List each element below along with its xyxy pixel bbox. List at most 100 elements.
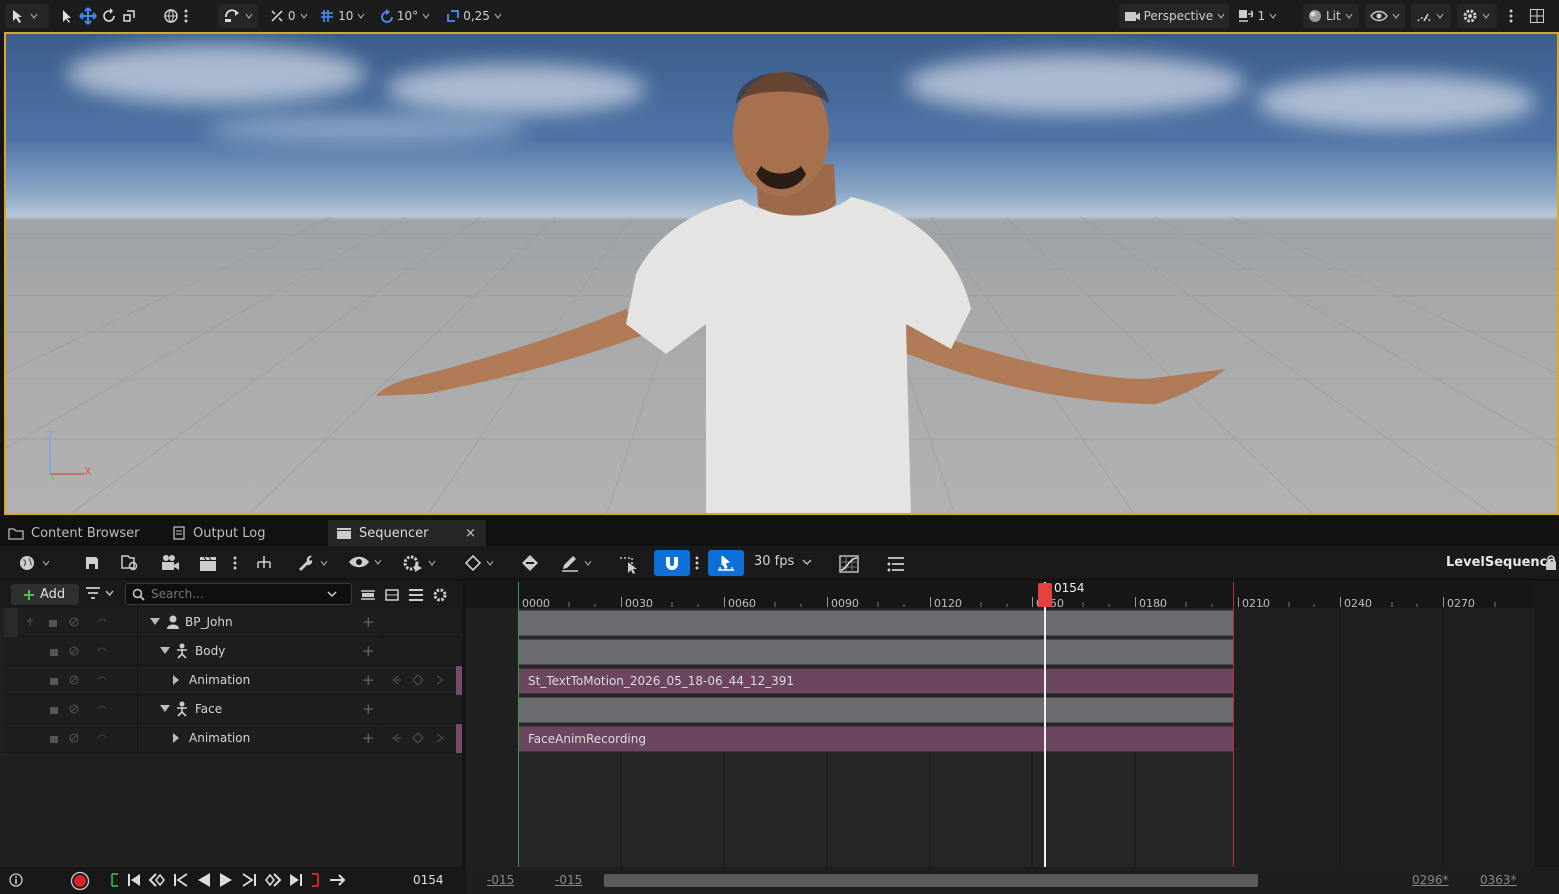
- translate-icon[interactable]: [79, 7, 97, 25]
- edit-mode-dropdown[interactable]: [560, 554, 592, 572]
- jump-to-end-icon[interactable]: [288, 872, 304, 888]
- tab-content-browser[interactable]: Content Browser: [0, 520, 160, 546]
- collapsed-arrow-icon[interactable]: [172, 732, 180, 744]
- track-filter-button[interactable]: [886, 554, 906, 574]
- add-subtrack-icon[interactable]: +: [362, 700, 375, 718]
- next-key-icon[interactable]: [264, 872, 282, 888]
- auto-key-button[interactable]: [520, 554, 540, 572]
- add-subtrack-icon[interactable]: +: [362, 729, 375, 747]
- track-row-body-animation[interactable]: Animation +: [4, 666, 462, 695]
- add-track-button[interactable]: Add: [11, 584, 79, 605]
- expand-icon[interactable]: [384, 588, 400, 602]
- view-options-dropdown[interactable]: [348, 554, 382, 570]
- search-input[interactable]: [151, 587, 321, 601]
- rotate-snap[interactable]: 10°: [374, 4, 434, 28]
- info-button[interactable]: [9, 873, 23, 887]
- more-actions-button[interactable]: [232, 555, 238, 571]
- find-in-browser-button[interactable]: [120, 554, 140, 572]
- collapse-all-icon[interactable]: [360, 588, 376, 602]
- playback-options-dropdown[interactable]: [402, 554, 436, 572]
- working-start-field[interactable]: -015: [555, 873, 582, 887]
- viewport-layout-button[interactable]: [1529, 8, 1545, 24]
- set-start-icon[interactable]: [108, 872, 120, 888]
- key-navigation-icons[interactable]: [390, 674, 448, 686]
- playback-end-marker[interactable]: [1233, 582, 1234, 867]
- tab-output-log[interactable]: Output Log: [164, 520, 324, 546]
- curve-editor-button[interactable]: [838, 554, 860, 574]
- record-button[interactable]: [70, 871, 90, 891]
- step-forward-icon[interactable]: [240, 872, 258, 888]
- add-subtrack-icon[interactable]: +: [362, 642, 375, 660]
- select-arrow-icon[interactable]: [59, 8, 75, 24]
- track-row-face-animation[interactable]: Animation +: [4, 724, 462, 753]
- expanded-arrow-icon[interactable]: [150, 618, 160, 626]
- snap-toggle-button[interactable]: [654, 550, 690, 576]
- play-icon[interactable]: [218, 872, 234, 888]
- timeline-area[interactable]: 0000 0030 0060 0090 0120 0150 0180 0210 …: [466, 580, 1534, 867]
- face-section[interactable]: [518, 697, 1234, 723]
- set-end-icon[interactable]: [310, 872, 322, 888]
- world-dropdown[interactable]: [18, 554, 50, 572]
- time-ruler[interactable]: 0000 0030 0060 0090 0120 0150 0180 0210 …: [466, 580, 1534, 610]
- surface-snap-toggle[interactable]: [218, 4, 258, 28]
- lighting-mode-dropdown[interactable]: Lit: [1303, 4, 1359, 28]
- expanded-arrow-icon[interactable]: [160, 705, 170, 713]
- playhead-handle[interactable]: [1038, 583, 1052, 607]
- create-shot-button[interactable]: [198, 554, 218, 572]
- loop-mode-icon[interactable]: [328, 872, 348, 888]
- play-reverse-icon[interactable]: [196, 872, 212, 888]
- jump-to-start-icon[interactable]: [126, 872, 142, 888]
- current-frame-field[interactable]: 0154: [413, 873, 444, 887]
- add-subtrack-icon[interactable]: +: [362, 671, 375, 689]
- scale-icon[interactable]: [121, 8, 137, 24]
- filter-dropdown[interactable]: [85, 586, 114, 600]
- track-row-face[interactable]: Face +: [4, 695, 462, 724]
- view-start-field[interactable]: -015: [487, 873, 514, 887]
- close-icon[interactable]: ×: [465, 526, 476, 541]
- key-navigation-icons[interactable]: [390, 732, 448, 744]
- save-button[interactable]: [84, 555, 100, 571]
- globe-icon[interactable]: [163, 8, 179, 24]
- chevron-down-icon[interactable]: [327, 590, 337, 598]
- body-section[interactable]: [518, 639, 1234, 665]
- gear-icon[interactable]: [432, 587, 448, 603]
- frame-rate-dropdown[interactable]: 30 fps: [754, 554, 812, 569]
- translate-snap[interactable]: 0: [264, 4, 312, 28]
- playback-start-marker[interactable]: [518, 582, 519, 867]
- level-viewport[interactable]: Z X: [4, 32, 1559, 515]
- render-movie-button[interactable]: [160, 554, 180, 572]
- rotate-icon[interactable]: [101, 8, 117, 24]
- expanded-arrow-icon[interactable]: [160, 647, 170, 655]
- camera-speed-dropdown[interactable]: 1: [1233, 4, 1281, 28]
- track-row-bp-john[interactable]: BP_John +: [4, 608, 462, 637]
- select-mode-dropdown[interactable]: [5, 4, 49, 28]
- add-subtrack-icon[interactable]: +: [362, 613, 375, 631]
- actions-button[interactable]: [254, 554, 274, 572]
- face-animation-section[interactable]: FaceAnimRecording: [518, 726, 1234, 752]
- scale-snap[interactable]: 0,25: [440, 4, 506, 28]
- bp-john-section[interactable]: [518, 610, 1234, 636]
- selection-tool-button[interactable]: [618, 554, 640, 574]
- step-back-icon[interactable]: [172, 872, 190, 888]
- show-flags-dropdown[interactable]: [1365, 4, 1405, 28]
- track-row-body[interactable]: Body +: [4, 637, 462, 666]
- view-mode-dropdown[interactable]: Perspective: [1119, 4, 1229, 28]
- snap-to-frames-button[interactable]: [708, 550, 744, 576]
- viewport-settings-dropdown[interactable]: [1457, 4, 1497, 28]
- key-interpolation-dropdown[interactable]: [464, 554, 494, 572]
- viewport-more-button[interactable]: [1508, 8, 1514, 24]
- list-icon[interactable]: [408, 588, 424, 602]
- grid-snap[interactable]: 10: [314, 4, 370, 28]
- tab-sequencer[interactable]: Sequencer ×: [328, 520, 486, 546]
- more-options-icon[interactable]: [183, 8, 189, 24]
- timeline-scrollbar[interactable]: [604, 874, 1258, 887]
- tools-dropdown[interactable]: [296, 554, 328, 572]
- view-end-field[interactable]: 0363*: [1480, 873, 1517, 887]
- lock-sequence-button[interactable]: [1544, 555, 1558, 571]
- previous-key-icon[interactable]: [148, 872, 166, 888]
- performance-dropdown[interactable]: [1411, 4, 1451, 28]
- collapsed-arrow-icon[interactable]: [172, 674, 180, 686]
- working-end-field[interactable]: 0296*: [1412, 873, 1449, 887]
- snap-options-button[interactable]: [694, 555, 700, 571]
- body-animation-section[interactable]: St_TextToMotion_2026_05_18-06_44_12_391: [518, 668, 1234, 694]
